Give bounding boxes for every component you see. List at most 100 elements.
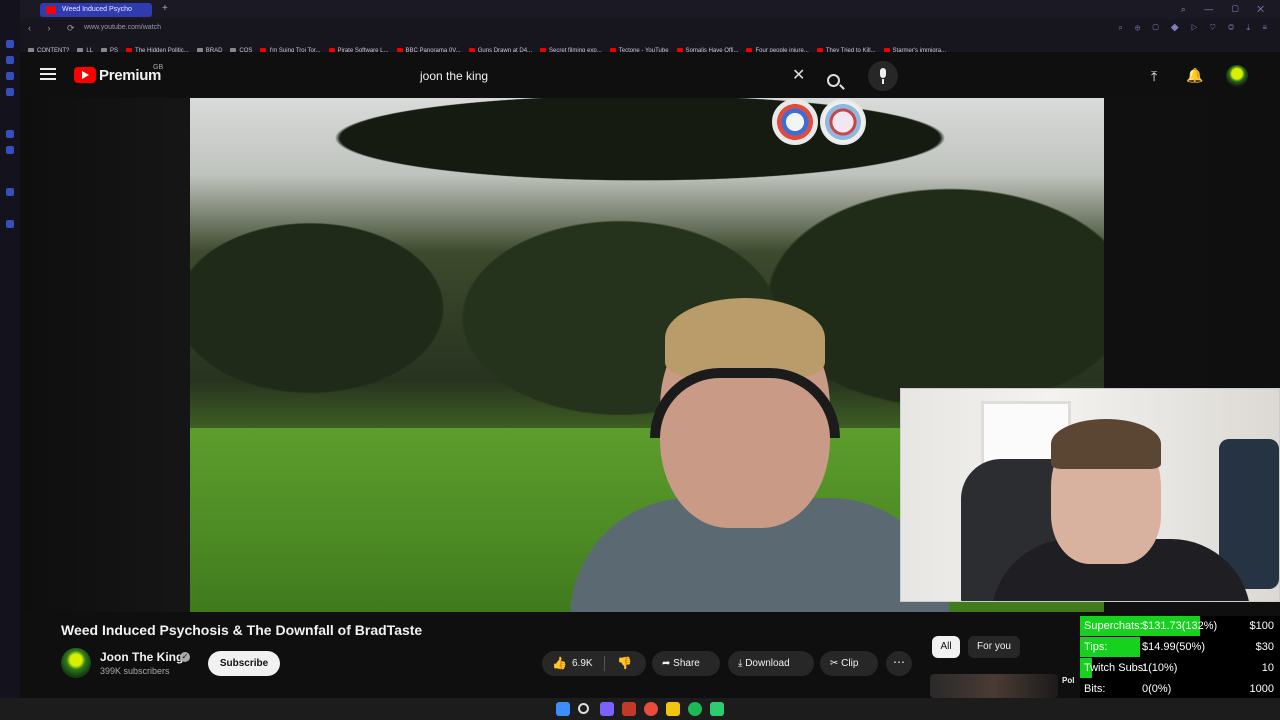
recommended-video-title[interactable]: Pol — [1062, 676, 1074, 685]
extension-icons[interactable]: ⌕ ⊕ ▢ ◆ ▷ ♡ ◎ ⤓ ≡ — [1118, 23, 1272, 33]
goal-target: 1000 — [1249, 683, 1274, 695]
account-avatar[interactable] — [1226, 65, 1248, 87]
goal-value: 0(0%) — [1142, 683, 1172, 695]
clear-icon[interactable]: ✕ — [792, 68, 805, 84]
bookmark-item[interactable]: Guns Drawn at D4... — [468, 45, 532, 52]
bookmark-item[interactable]: They Tried to Kill... — [816, 45, 876, 52]
goal-target: 10 — [1261, 662, 1274, 674]
bookmark-item[interactable]: BBC Panorama 0V... — [396, 45, 461, 52]
new-tab-icon[interactable]: + — [162, 3, 168, 14]
url-field[interactable]: www.youtube.com/watch — [84, 24, 161, 31]
tab-active[interactable]: Weed Induced Psycho — [40, 3, 152, 17]
mic-icon[interactable] — [868, 61, 898, 91]
share-icon: ➦ — [662, 658, 674, 669]
brand-label[interactable]: Premium — [99, 67, 161, 84]
thumbs-up-icon[interactable]: 👍 — [552, 651, 567, 676]
taskbar-app-icon[interactable] — [644, 702, 658, 716]
bookmark-item[interactable]: COS — [230, 45, 252, 52]
scissors-icon: ✂ — [830, 658, 842, 669]
search-icon[interactable] — [827, 74, 840, 87]
bell-icon[interactable]: 🔔 — [1186, 67, 1203, 84]
goal-row: Bits: 0(0%) 1000 — [1080, 679, 1280, 699]
os-taskbar — [0, 698, 1280, 720]
clip-label: Clip — [841, 658, 859, 669]
spotify-icon[interactable] — [688, 702, 702, 716]
goal-row: Superchats: $131.73(132%) $100 — [1080, 616, 1280, 636]
goal-row: Twitch Subs: 1(10%) 10 — [1080, 658, 1280, 678]
menu-icon[interactable] — [40, 68, 56, 80]
chip-for-you[interactable]: For you — [968, 636, 1020, 658]
taskbar-browser-icon[interactable] — [622, 702, 636, 716]
like-dislike-group: 👍 6.9K 👎 — [542, 651, 646, 676]
goal-label: Twitch Subs: — [1084, 662, 1147, 674]
nav-buttons[interactable]: ‹ › ⟳ — [28, 23, 82, 34]
bookmark-item[interactable]: Starmer's immigra... — [883, 45, 946, 52]
video-title: Weed Induced Psychosis & The Downfall of… — [61, 622, 423, 638]
goal-row: Tips: $14.99(50%) $30 — [1080, 637, 1280, 657]
screen: Weed Induced Psycho + ⌕ — ▢ ✕ ‹ › ⟳ www.… — [0, 0, 1280, 720]
region-code: GB — [153, 64, 164, 71]
search-input[interactable]: joon the king — [420, 69, 488, 83]
video-person-hair — [665, 298, 825, 378]
sidebar-app-icon[interactable] — [6, 130, 14, 138]
emblem-badge-left — [772, 99, 818, 145]
channel-name[interactable]: Joon The King — [100, 650, 183, 664]
bookmark-item[interactable]: Tectone - YouTube — [609, 45, 669, 52]
youtube-logo-icon[interactable] — [74, 67, 96, 83]
sidebar-app-icon[interactable] — [6, 40, 14, 48]
channel-avatar[interactable] — [61, 648, 91, 678]
bookmark-item[interactable]: Somalis Have Offi... — [676, 45, 738, 52]
goal-value: 1(10%) — [1142, 662, 1178, 674]
webcam-person-hair — [1051, 419, 1161, 469]
verified-check-icon: ✓ — [180, 652, 190, 662]
bookmark-item[interactable]: Secret filming exp... — [540, 45, 602, 52]
goal-target: $100 — [1249, 620, 1274, 632]
bookmark-item[interactable]: Four people injure... — [746, 45, 809, 52]
window-controls[interactable]: ⌕ — ▢ ✕ — [1181, 4, 1272, 15]
sidebar-app-icon[interactable] — [6, 56, 14, 64]
emblem-badge-right — [820, 99, 866, 145]
sidebar-app-icon[interactable] — [6, 146, 14, 154]
xbox-icon[interactable] — [710, 702, 724, 716]
search-box[interactable]: joon the king ✕ — [412, 62, 840, 90]
windows-start-icon[interactable] — [556, 702, 570, 716]
goal-label: Superchats: — [1084, 620, 1143, 632]
bookmark-item[interactable]: CONTENT? — [28, 45, 69, 52]
browser-sidebar — [0, 0, 20, 698]
goal-value: $14.99(50%) — [1142, 641, 1205, 653]
bookmark-item[interactable]: PS — [101, 45, 118, 52]
bookmark-item[interactable]: LL — [77, 45, 93, 52]
bookmark-item[interactable]: I'm Suing Troi Tor... — [260, 45, 321, 52]
more-actions-button[interactable]: ⋯ — [886, 651, 912, 676]
sidebar-app-icon[interactable] — [6, 188, 14, 196]
taskbar-search-icon[interactable] — [578, 703, 589, 714]
youtube-header: Premium GB joon the king ✕ ⤒ 🔔 — [20, 52, 1280, 98]
like-count[interactable]: 6.9K — [572, 651, 593, 676]
clip-button[interactable]: ✂ Clip — [820, 651, 878, 676]
subscriber-count: 399K subscribers — [100, 666, 170, 676]
bookmark-item[interactable]: Pirate Software L... — [328, 45, 389, 52]
share-button[interactable]: ➦ Share — [652, 651, 720, 676]
goal-target: $30 — [1255, 641, 1274, 653]
taskbar-app-icon[interactable] — [600, 702, 614, 716]
webcam-overlay — [900, 388, 1280, 602]
youtube-favicon-icon — [46, 6, 56, 14]
bookmark-item[interactable]: BRAD — [196, 45, 222, 52]
folder-icon[interactable] — [666, 702, 680, 716]
thumbs-down-icon[interactable]: 👎 — [617, 651, 632, 676]
bookmark-item[interactable]: The Hidden Politic... — [126, 45, 189, 52]
goal-label: Tips: — [1084, 641, 1108, 653]
chip-all[interactable]: All — [932, 636, 960, 658]
sidebar-app-icon[interactable] — [6, 72, 14, 80]
share-label: Share — [673, 658, 700, 669]
browser-tabbar: Weed Induced Psycho + ⌕ — ▢ ✕ — [20, 0, 1280, 19]
subscribe-button[interactable]: Subscribe — [208, 651, 280, 676]
tab-title: Weed Induced Psycho — [62, 6, 132, 13]
sidebar-app-icon[interactable] — [6, 220, 14, 228]
upload-icon[interactable]: ⤒ — [1151, 68, 1157, 85]
recommended-video-thumbnail[interactable] — [930, 674, 1058, 698]
like-divider — [604, 656, 605, 671]
video-scene-trees — [190, 98, 1104, 428]
download-button[interactable]: ⤓ Download — [728, 651, 814, 676]
sidebar-app-icon[interactable] — [6, 88, 14, 96]
